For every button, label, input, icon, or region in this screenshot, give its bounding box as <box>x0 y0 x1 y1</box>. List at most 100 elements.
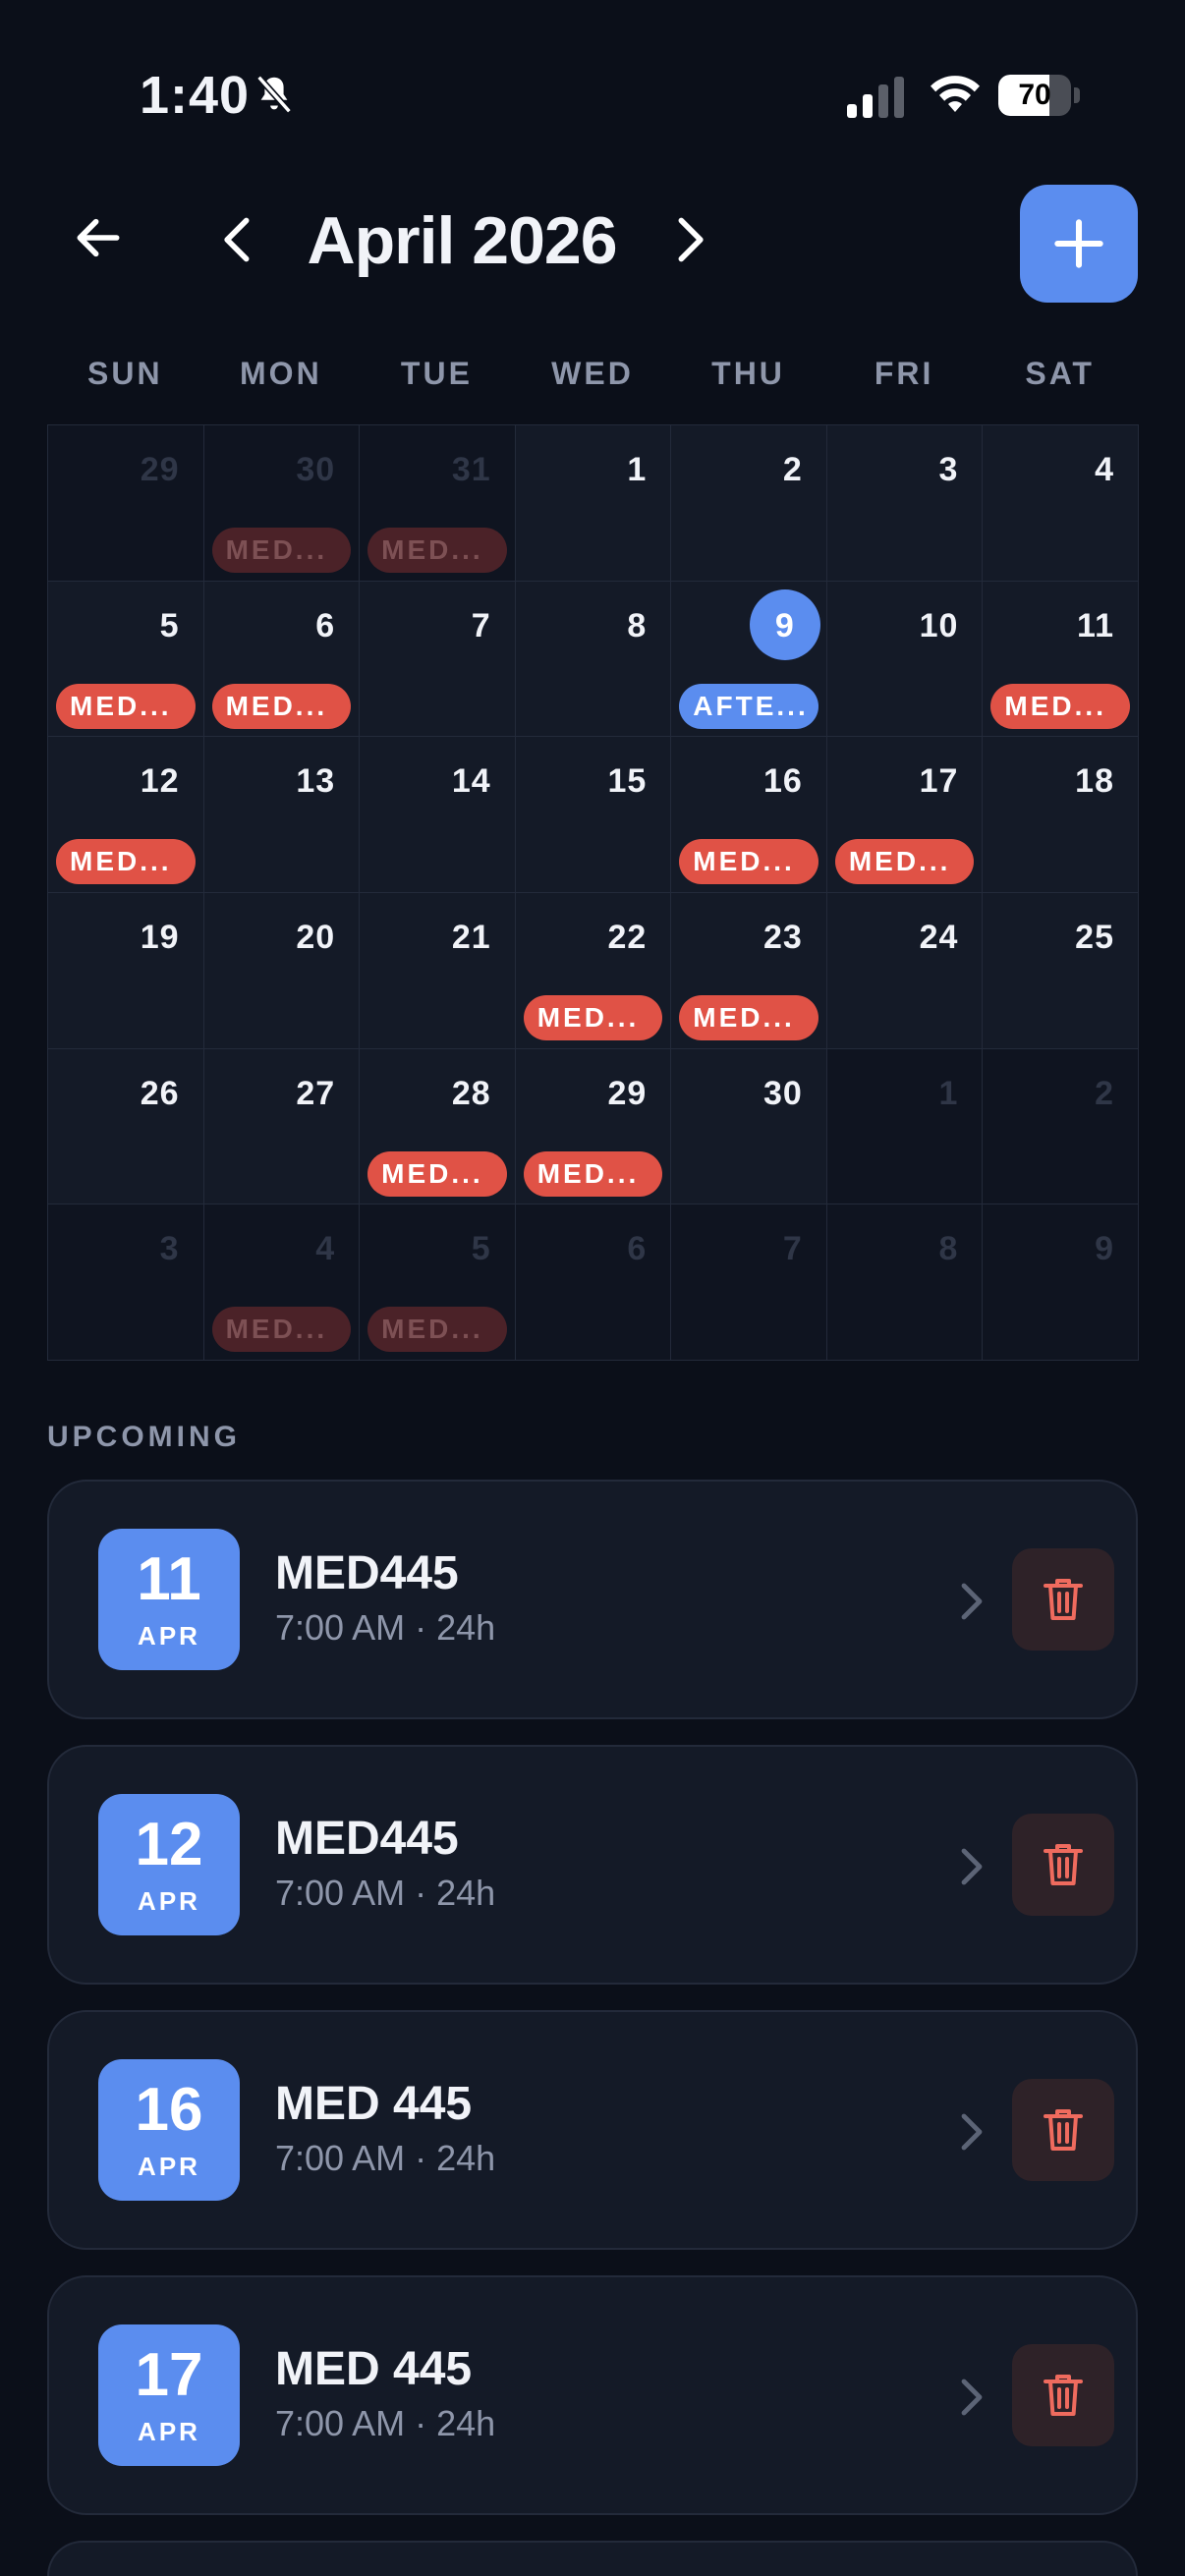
trash-icon <box>1044 1579 1083 1620</box>
delete-button[interactable] <box>1012 1814 1114 1916</box>
weekday-label: MON <box>240 356 322 391</box>
event-pill[interactable]: MED... <box>367 528 507 573</box>
calendar-day[interactable]: 14 <box>360 737 516 893</box>
event-pill[interactable]: MED... <box>211 683 352 729</box>
event-pill[interactable]: MED... <box>56 839 196 885</box>
badge-month: APR <box>138 2152 200 2181</box>
calendar-day[interactable]: 5 MED... <box>360 1204 516 1361</box>
calendar-day[interactable]: 22 MED... <box>515 893 672 1049</box>
event-pill[interactable]: MED... <box>834 839 975 885</box>
day-number: 30 <box>763 1074 803 1112</box>
calendar-day[interactable]: 12 MED... <box>48 737 204 893</box>
upcoming-card[interactable]: 17 APR MED 445 7:00 AM · 24h <box>47 2275 1138 2515</box>
chevron-right-icon[interactable] <box>955 1580 988 1623</box>
delete-button[interactable] <box>1012 1548 1114 1651</box>
calendar-day[interactable]: 13 <box>203 737 361 893</box>
calendar-day[interactable]: 3 <box>826 425 984 582</box>
calendar-day[interactable]: 31 MED... <box>360 425 516 582</box>
chevron-left-icon[interactable] <box>216 214 259 265</box>
calendar-day[interactable]: 29 MED... <box>515 1048 672 1205</box>
upcoming-card[interactable]: 12 APR MED445 7:00 AM · 24h <box>47 1745 1138 1985</box>
calendar-day[interactable]: 20 <box>203 893 361 1049</box>
upcoming-card-partial[interactable] <box>47 2541 1138 2576</box>
calendar-day[interactable]: 6 <box>515 1204 672 1361</box>
calendar-day[interactable]: 7 <box>671 1204 827 1361</box>
day-number: 18 <box>1075 762 1114 801</box>
day-number: 7 <box>471 606 491 644</box>
day-number: 17 <box>919 762 959 801</box>
day-number: 19 <box>140 919 180 956</box>
chevron-right-icon[interactable] <box>955 2110 988 2154</box>
calendar-day[interactable]: 8 <box>515 581 672 738</box>
weekday-label: THU <box>711 356 785 391</box>
date-badge: 17 APR <box>98 2324 240 2466</box>
add-event-button[interactable] <box>1020 185 1138 303</box>
chevron-right-icon[interactable] <box>955 2376 988 2419</box>
calendar-day[interactable]: 15 <box>515 737 672 893</box>
event-pill[interactable]: MED... <box>56 683 196 729</box>
badge-month: APR <box>138 1886 200 1916</box>
day-number: 27 <box>296 1074 336 1112</box>
day-number: 8 <box>938 1230 959 1268</box>
calendar-day[interactable]: 19 <box>48 893 204 1049</box>
calendar-day[interactable]: 30 MED... <box>203 425 361 582</box>
chevron-right-icon[interactable] <box>668 214 711 265</box>
calendar-day[interactable]: 9 <box>983 1204 1139 1361</box>
delete-button[interactable] <box>1012 2079 1114 2181</box>
day-number: 9 <box>1095 1230 1114 1268</box>
upcoming-card[interactable]: 16 APR MED 445 7:00 AM · 24h <box>47 2010 1138 2250</box>
event-pill[interactable]: MED... <box>679 995 818 1040</box>
event-pill[interactable]: MED... <box>211 1307 352 1353</box>
calendar-day[interactable]: 4 <box>983 425 1139 582</box>
event-title: MED 445 <box>275 2078 473 2130</box>
calendar-day[interactable]: 16 MED... <box>671 737 827 893</box>
calendar-day[interactable]: 30 <box>671 1048 827 1205</box>
chevron-right-icon[interactable] <box>955 1845 988 1888</box>
calendar-grid: 29 30 MED... 31 MED... 1 2 3 4 5 MED... 6 MED... 7 8 9 A… <box>47 424 1139 1361</box>
calendar-day[interactable]: 17 MED... <box>826 737 984 893</box>
day-number: 11 <box>1077 606 1114 644</box>
day-number: 2 <box>1095 1074 1114 1112</box>
event-pill[interactable]: MED... <box>523 1150 663 1197</box>
event-pill[interactable]: AFTE... <box>679 683 818 729</box>
calendar-day[interactable]: 24 <box>826 893 984 1049</box>
calendar-day[interactable]: 21 <box>360 893 516 1049</box>
calendar-day[interactable]: 29 <box>48 425 204 582</box>
calendar-day[interactable]: 6 MED... <box>203 581 361 738</box>
day-number: 6 <box>627 1230 648 1268</box>
signal-icon <box>847 77 904 118</box>
calendar-day-today[interactable]: 9 AFTE... <box>671 581 827 738</box>
calendar-day[interactable]: 5 MED... <box>48 581 204 738</box>
calendar-day[interactable]: 28 MED... <box>360 1048 516 1205</box>
event-pill[interactable]: MED... <box>990 683 1130 729</box>
day-number: 13 <box>296 762 336 801</box>
day-number: 10 <box>919 606 959 644</box>
back-arrow-icon[interactable] <box>71 210 126 265</box>
day-number: 29 <box>607 1074 648 1112</box>
event-pill[interactable]: MED... <box>367 1307 507 1353</box>
calendar-day[interactable]: 27 <box>203 1048 361 1205</box>
delete-button[interactable] <box>1012 2344 1114 2446</box>
upcoming-card[interactable]: 11 APR MED445 7:00 AM · 24h <box>47 1480 1138 1719</box>
calendar-day[interactable]: 26 <box>48 1048 204 1205</box>
calendar-day[interactable]: 1 <box>515 425 672 582</box>
calendar-day[interactable]: 11 MED... <box>983 581 1139 738</box>
calendar-day[interactable]: 2 <box>671 425 827 582</box>
event-time: 7:00 AM · 24h <box>275 1607 496 1648</box>
event-pill[interactable]: MED... <box>211 528 352 573</box>
calendar-day[interactable]: 1 <box>826 1048 984 1205</box>
calendar-day[interactable]: 4 MED... <box>203 1204 361 1361</box>
calendar-day[interactable]: 18 <box>983 737 1139 893</box>
day-number: 4 <box>315 1230 336 1268</box>
calendar-day[interactable]: 10 <box>826 581 984 738</box>
event-pill[interactable]: MED... <box>367 1150 507 1197</box>
calendar-day[interactable]: 7 <box>360 581 516 738</box>
event-pill[interactable]: MED... <box>523 995 663 1040</box>
calendar-day[interactable]: 3 <box>48 1204 204 1361</box>
event-pill[interactable]: MED... <box>679 839 818 885</box>
day-number: 14 <box>451 762 491 801</box>
calendar-day[interactable]: 25 <box>983 893 1139 1049</box>
calendar-day[interactable]: 23 MED... <box>671 893 827 1049</box>
calendar-day[interactable]: 8 <box>826 1204 984 1361</box>
calendar-day[interactable]: 2 <box>983 1048 1139 1205</box>
